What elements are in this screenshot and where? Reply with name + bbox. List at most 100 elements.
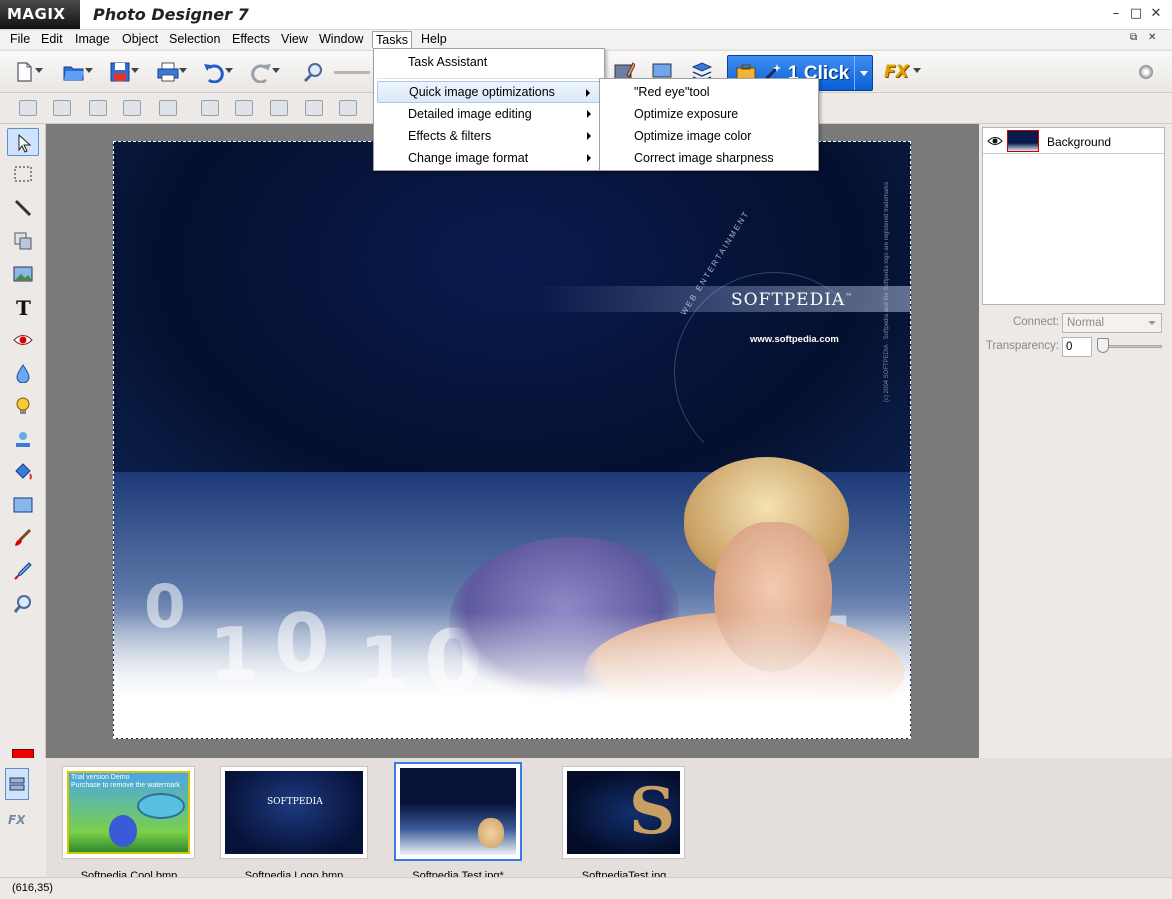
zoom-slider[interactable]	[334, 71, 370, 74]
clone-tool[interactable]	[7, 425, 39, 453]
menu-tasks[interactable]: Tasks	[372, 31, 412, 48]
fill-tool[interactable]	[7, 458, 39, 486]
thumbnail-image: SOFTPEDIA	[225, 771, 363, 854]
image-object-tool[interactable]	[7, 260, 39, 288]
chevron-down-icon[interactable]	[913, 68, 921, 73]
chevron-down-icon[interactable]	[35, 68, 43, 73]
copy-object-icon	[14, 232, 32, 250]
object-tool-3[interactable]	[84, 96, 112, 121]
print-button[interactable]	[152, 57, 188, 87]
connect-select[interactable]: Normal	[1062, 313, 1162, 333]
canvas-workspace: WEB ENTERTAINMENT SOFTPEDIA™ www.softped…	[46, 124, 979, 758]
object-tool-8[interactable]	[265, 96, 293, 121]
menu-item-task-assistant[interactable]: Task Assistant	[377, 51, 601, 73]
object-tool-5[interactable]	[154, 96, 182, 121]
menu-selection[interactable]: Selection	[166, 31, 223, 48]
open-file-button[interactable]	[58, 57, 94, 87]
zoom-button[interactable]	[298, 57, 334, 87]
transparency-slider-handle[interactable]	[1097, 338, 1109, 353]
mdi-restore-button[interactable]: ⧉	[1130, 32, 1137, 43]
pen-icon	[14, 199, 32, 217]
menu-item-optimize-exposure[interactable]: Optimize exposure	[603, 103, 815, 125]
save-button[interactable]	[104, 57, 140, 87]
frame-icon	[159, 100, 177, 116]
new-file-button[interactable]	[8, 57, 44, 87]
menu-edit[interactable]: Edit	[38, 31, 66, 48]
menu-item-optimize-image-color[interactable]: Optimize image color	[603, 125, 815, 147]
help-status-icon[interactable]	[1139, 65, 1153, 79]
chevron-down-icon[interactable]	[179, 68, 187, 73]
text-tool[interactable]: T	[7, 293, 39, 321]
menu-effects[interactable]: Effects	[229, 31, 273, 48]
layers-panel: Background Connect: Normal Transparency:…	[979, 124, 1172, 758]
eyedropper-tool[interactable]	[7, 557, 39, 585]
rectangle-tool[interactable]	[7, 491, 39, 519]
object-tool-10[interactable]	[334, 96, 362, 121]
menu-item-label: Detailed image editing	[408, 107, 532, 121]
one-click-dropdown-arrow[interactable]	[854, 56, 872, 90]
menu-item-correct-image-sharpness[interactable]: Correct image sharpness	[603, 147, 815, 169]
eyedropper-icon	[14, 562, 32, 580]
mdi-close-button[interactable]: ✕	[1148, 32, 1156, 43]
menu-item-red-eye-tool[interactable]: "Red eye"tool	[603, 81, 815, 103]
menu-item-detailed-image-editing[interactable]: Detailed image editing	[377, 103, 601, 125]
zoom-tool[interactable]	[7, 590, 39, 618]
transparency-label: Transparency:	[985, 340, 1059, 352]
menu-item-effects-filters[interactable]: Effects & filters	[377, 125, 601, 147]
redo-button[interactable]	[245, 57, 281, 87]
layer-row[interactable]: Background	[983, 128, 1164, 154]
thumbnails-icon	[9, 777, 25, 791]
quick-optimizations-submenu: "Red eye"tool Optimize exposure Optimize…	[599, 78, 819, 171]
align-right-icon	[270, 100, 288, 116]
thumbnail-decoration	[137, 793, 185, 819]
menu-item-quick-image-optimizations[interactable]: Quick image optimizations	[377, 81, 601, 103]
menu-window[interactable]: Window	[316, 31, 366, 48]
retouch-tool[interactable]	[7, 359, 39, 387]
chevron-down-icon[interactable]	[85, 68, 93, 73]
undo-icon	[204, 64, 224, 83]
pen-tool[interactable]	[7, 194, 39, 222]
undo-button[interactable]	[198, 57, 234, 87]
brush-tool[interactable]	[7, 524, 39, 552]
brush-icon	[15, 528, 32, 546]
object-tool-9[interactable]	[300, 96, 328, 121]
printer-icon	[157, 62, 179, 82]
stamp-icon	[16, 432, 30, 447]
close-button[interactable]: ✕	[1148, 6, 1164, 22]
menu-view[interactable]: View	[278, 31, 311, 48]
submenu-arrow-icon	[587, 110, 591, 118]
menu-help[interactable]: Help	[418, 31, 450, 48]
object-tool-7[interactable]	[230, 96, 258, 121]
light-tool[interactable]	[7, 392, 39, 420]
chevron-down-icon[interactable]	[131, 68, 139, 73]
menu-object[interactable]: Object	[119, 31, 161, 48]
menu-file[interactable]: File	[7, 31, 33, 48]
object-tool-1[interactable]	[14, 96, 42, 121]
filmstrip-view-button[interactable]	[5, 768, 29, 800]
distort-icon	[123, 100, 141, 116]
chevron-down-icon[interactable]	[272, 68, 280, 73]
marquee-tool[interactable]	[7, 160, 39, 188]
menu-item-change-image-format[interactable]: Change image format	[377, 147, 601, 169]
minimize-button[interactable]: –	[1108, 6, 1124, 22]
image-canvas[interactable]: WEB ENTERTAINMENT SOFTPEDIA™ www.softped…	[113, 141, 911, 739]
menu-image[interactable]: Image	[72, 31, 113, 48]
maximize-button[interactable]: □	[1128, 6, 1144, 22]
transparency-input[interactable]: 0	[1062, 337, 1092, 357]
dashed-rectangle-icon	[14, 166, 32, 182]
filmstrip-toolbar: FX	[0, 758, 46, 877]
copy-object-tool[interactable]	[7, 227, 39, 255]
thumbnail-image: S	[567, 771, 680, 854]
chevron-down-icon[interactable]	[225, 68, 233, 73]
select-tool[interactable]	[7, 128, 39, 156]
fx-button[interactable]: FX	[879, 57, 925, 89]
red-eye-tool[interactable]	[7, 326, 39, 354]
menu-item-label: Task Assistant	[408, 55, 488, 69]
object-tool-2[interactable]	[48, 96, 76, 121]
fx-small-icon[interactable]: FX	[7, 810, 25, 828]
visibility-eye-icon[interactable]	[987, 135, 1003, 147]
tool-palette: T	[0, 124, 46, 767]
layer-list[interactable]: Background	[982, 127, 1165, 305]
object-tool-6[interactable]	[196, 96, 224, 121]
object-tool-4[interactable]	[118, 96, 146, 121]
